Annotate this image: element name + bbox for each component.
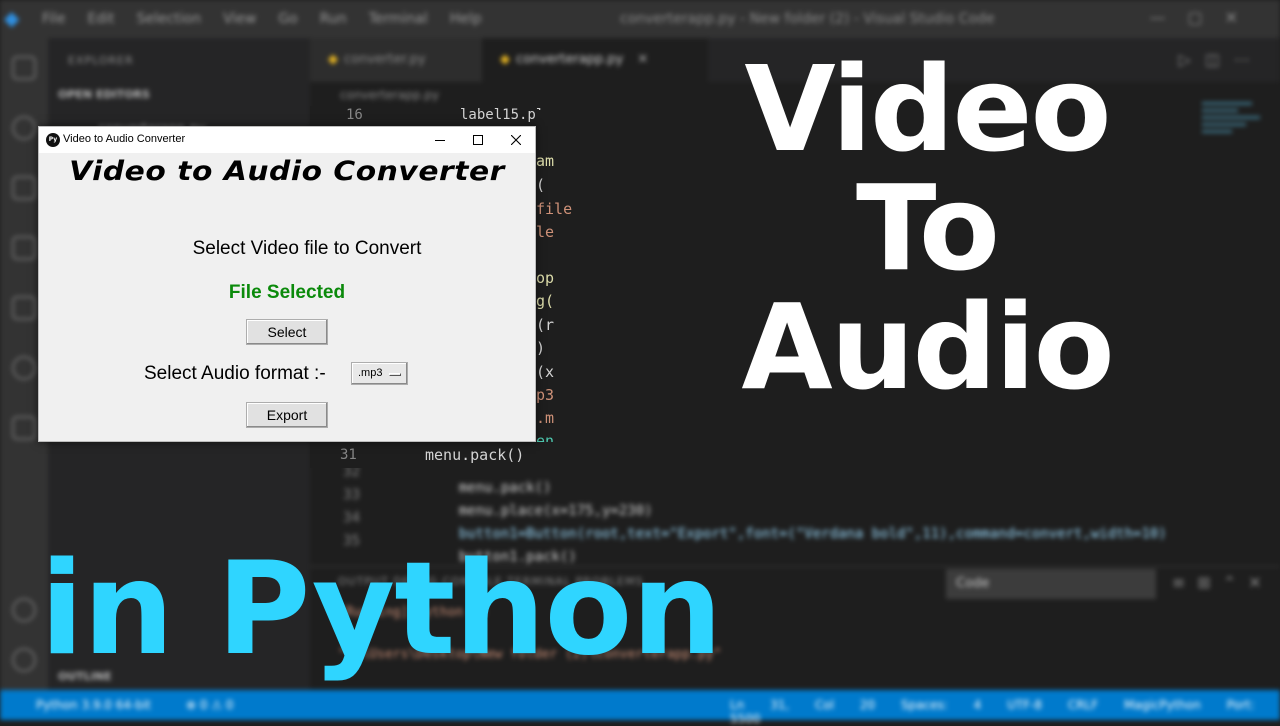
select-button[interactable]: Select: [246, 319, 328, 345]
app-heading: Video to Audio Converter: [69, 156, 505, 187]
minimize-icon[interactable]: [421, 127, 459, 153]
editor-actions[interactable]: ▷◫⋯: [1179, 50, 1264, 69]
menu-view[interactable]: View: [223, 11, 256, 27]
menu-edit[interactable]: Edit: [87, 11, 114, 27]
code-line: 34 button1=Button(root,text="Export",fon…: [310, 494, 1250, 542]
menu-terminal[interactable]: Terminal: [369, 11, 428, 27]
status-bar: Python 3.9.0 64-bit ⊗ 0 ⚠ 0 Ln 31, Col 2…: [0, 690, 1280, 726]
select-video-prompt: Select Video file to Convert: [192, 238, 422, 259]
remote-icon[interactable]: [12, 356, 36, 380]
code-fragment: op: [536, 269, 555, 287]
minimap[interactable]: [1202, 102, 1266, 192]
code-text: menu.pack(): [425, 446, 525, 464]
audio-format-label: Select Audio format :-: [144, 363, 326, 384]
close-icon[interactable]: [497, 127, 535, 153]
menu-run[interactable]: Run: [320, 11, 347, 27]
audio-format-value: .mp3: [358, 367, 383, 379]
app-titlebar[interactable]: Py Video to Audio Converter: [39, 127, 535, 153]
output-channel-select[interactable]: Code: [946, 569, 1156, 599]
account-icon[interactable]: [12, 598, 36, 622]
python-interpreter[interactable]: Python 3.9.0 64-bit: [36, 698, 151, 712]
code-line: 33 menu.place(x=175,y=230): [310, 471, 1250, 519]
code-fragment: file: [536, 200, 573, 218]
code-fragment: (x: [536, 363, 555, 381]
headline-overlay: Video To Audio: [712, 50, 1142, 407]
run-debug-icon[interactable]: [12, 236, 36, 260]
vscode-titlebar: ◆ File Edit Selection View Go Run Termin…: [0, 0, 1280, 38]
tab-label: converterapp.py: [516, 52, 624, 67]
app-logo-icon: Py: [46, 133, 60, 147]
vscode-window-title: converterapp.py - New folder (2) - Visua…: [620, 11, 995, 27]
explorer-title: EXPLORER: [68, 54, 134, 67]
code-fragment: p3: [536, 386, 555, 404]
breadcrumb[interactable]: converterapp.py: [340, 88, 439, 102]
close-icon[interactable]: ✕: [637, 52, 648, 67]
code-fragment: .m: [536, 409, 555, 427]
tab-converterapp[interactable]: ◆ converterapp.py ✕: [482, 38, 708, 82]
vscode-window-controls[interactable]: —▢✕: [1149, 8, 1260, 27]
vscode-logo-icon: ◆: [4, 6, 20, 30]
python-file-icon: ◆: [328, 52, 338, 67]
menu-selection[interactable]: Selection: [137, 11, 202, 27]
code-strip-bottom: 31 menu.pack(): [310, 442, 556, 468]
menu-go[interactable]: Go: [278, 11, 297, 27]
tab-label: converter.py: [344, 52, 426, 67]
code-fragment: (r: [536, 316, 555, 334]
dropdown-indicator-icon: [389, 373, 401, 376]
headline-line: Audio: [741, 278, 1114, 416]
line-number: 31: [340, 447, 357, 463]
extensions-icon[interactable]: [12, 296, 36, 320]
problems-count[interactable]: ⊗ 0 ⚠ 0: [186, 698, 234, 712]
menu-file[interactable]: File: [42, 11, 65, 27]
status-right-items[interactable]: Ln 31, Col 20 Spaces: 4 UTF-8 CRLF Magic…: [730, 698, 1280, 726]
line-number: 16: [346, 107, 363, 123]
audio-format-dropdown[interactable]: .mp3: [351, 362, 408, 385]
headline-line: Video: [744, 40, 1111, 178]
code-fragment: g(: [536, 292, 555, 310]
settings-gear-icon[interactable]: [12, 648, 36, 672]
headline-line: To: [856, 159, 1000, 297]
panel-action-icons[interactable]: ≡⊞⌃✕: [1172, 573, 1274, 592]
code-fragment: ): [536, 339, 546, 357]
python-file-icon: ◆: [500, 52, 510, 67]
export-button[interactable]: Export: [246, 402, 328, 428]
subline-overlay: in Python: [40, 535, 723, 684]
menu-help[interactable]: Help: [450, 11, 482, 27]
app-window-title: Video to Audio Converter: [63, 133, 186, 145]
open-editors-section[interactable]: OPEN EDITORS: [58, 88, 150, 101]
converter-app-window: Py Video to Audio Converter Video to Aud…: [38, 126, 536, 442]
explorer-icon[interactable]: [12, 56, 36, 80]
maximize-icon[interactable]: [459, 127, 497, 153]
file-status-label: File Selected: [228, 282, 346, 303]
code-strip-top: 16 label15.pla: [310, 106, 556, 128]
search-icon[interactable]: [12, 116, 36, 140]
vscode-menu-bar: File Edit Selection View Go Run Terminal…: [42, 11, 482, 27]
testing-icon[interactable]: [12, 416, 36, 440]
